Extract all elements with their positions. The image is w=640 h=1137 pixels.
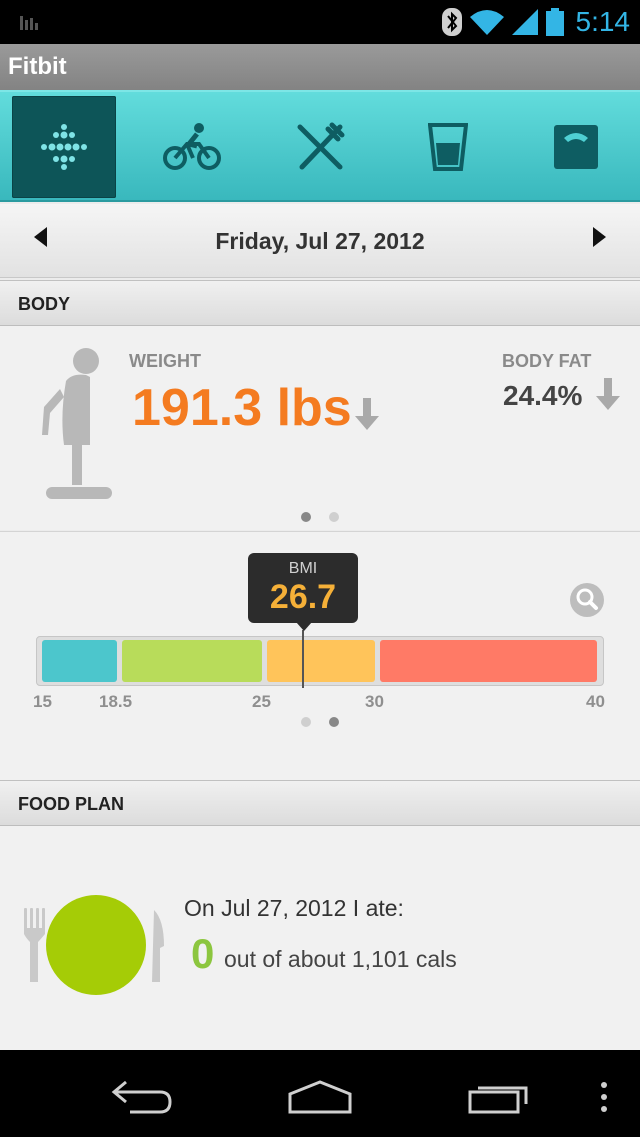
- bmi-tick-label: 40: [586, 692, 605, 711]
- food-plan-section-header: FOOD PLAN: [0, 780, 640, 826]
- bmi-value: 26.7: [269, 578, 337, 616]
- body-fat-label: BODY FAT: [502, 351, 592, 371]
- bmi-segment-underweight: [42, 640, 117, 682]
- tab-food[interactable]: [268, 96, 372, 198]
- status-bar: 5:14: [0, 0, 640, 44]
- bmi-tick-label: 30: [365, 692, 384, 711]
- next-day-button[interactable]: [593, 227, 606, 247]
- system-nav-bar: [0, 1050, 640, 1137]
- calories-summary: out of about 1,101 cals: [224, 946, 457, 972]
- calories-eaten: 0: [191, 930, 215, 977]
- notification-bars-icon: [20, 16, 38, 30]
- fork-knife-icon: [297, 122, 345, 170]
- bmi-segment-obese: [380, 640, 597, 682]
- wifi-icon: [469, 10, 504, 35]
- glass-icon: [428, 123, 468, 171]
- fitbit-dots-icon: [41, 124, 87, 170]
- bmi-segment-normal: [122, 640, 262, 682]
- clock: 5:14: [575, 6, 631, 37]
- date-navigator: Friday, Jul 27, 2012: [0, 204, 640, 278]
- page-indicator-dot-active: [329, 717, 339, 727]
- body-fat-down-arrow-icon: [596, 378, 620, 410]
- weight-value: 191.3 lbs: [132, 379, 352, 437]
- tab-weight[interactable]: [524, 96, 628, 198]
- weight-label: WEIGHT: [129, 351, 201, 371]
- tab-water[interactable]: [396, 96, 500, 198]
- bmi-tick-label: 25: [252, 692, 271, 711]
- page-indicator-dot: [329, 512, 339, 522]
- magnifier-icon: [576, 588, 598, 610]
- bmi-tooltip: BMI 26.7: [248, 553, 358, 623]
- home-icon[interactable]: [286, 1078, 354, 1114]
- food-plan-section-title: FOOD PLAN: [18, 794, 124, 814]
- tab-activity[interactable]: [140, 96, 244, 198]
- recent-apps-icon[interactable]: [468, 1080, 532, 1114]
- plate-icon: [24, 895, 164, 995]
- body-section-title: BODY: [18, 294, 71, 314]
- app-title: Fitbit: [8, 53, 67, 80]
- body-section-header: BODY: [0, 280, 640, 326]
- bmi-tick-label: 15: [33, 692, 52, 711]
- bluetooth-icon: [441, 8, 462, 36]
- tab-bar: [0, 90, 640, 202]
- bmi-marker: [302, 630, 304, 688]
- body-fat-value: 24.4%: [503, 380, 583, 411]
- battery-icon: [545, 8, 564, 36]
- scale-icon: [554, 125, 598, 169]
- bmi-tooltip-pointer: [296, 622, 312, 631]
- cell-signal-icon: [511, 9, 538, 35]
- bmi-tick-label: 18.5: [99, 692, 133, 711]
- current-date: Friday, Jul 27, 2012: [215, 228, 425, 254]
- page-indicator-dot: [301, 717, 311, 727]
- person-on-scale-icon: [42, 348, 112, 499]
- weight-down-arrow-icon: [355, 398, 379, 430]
- food-intro-text: On Jul 27, 2012 I ate:: [184, 895, 404, 921]
- zoom-button[interactable]: [570, 583, 604, 617]
- page-indicator-dot-active: [301, 512, 311, 522]
- bmi-segment-overweight: [267, 640, 375, 682]
- app-bar: Fitbit: [0, 44, 640, 90]
- bicycle-icon: [163, 123, 221, 170]
- previous-day-button[interactable]: [34, 227, 47, 247]
- tab-dashboard[interactable]: [12, 96, 116, 198]
- bmi-label: BMI: [288, 560, 318, 577]
- back-icon[interactable]: [110, 1078, 174, 1116]
- overflow-menu-icon[interactable]: [598, 1080, 610, 1114]
